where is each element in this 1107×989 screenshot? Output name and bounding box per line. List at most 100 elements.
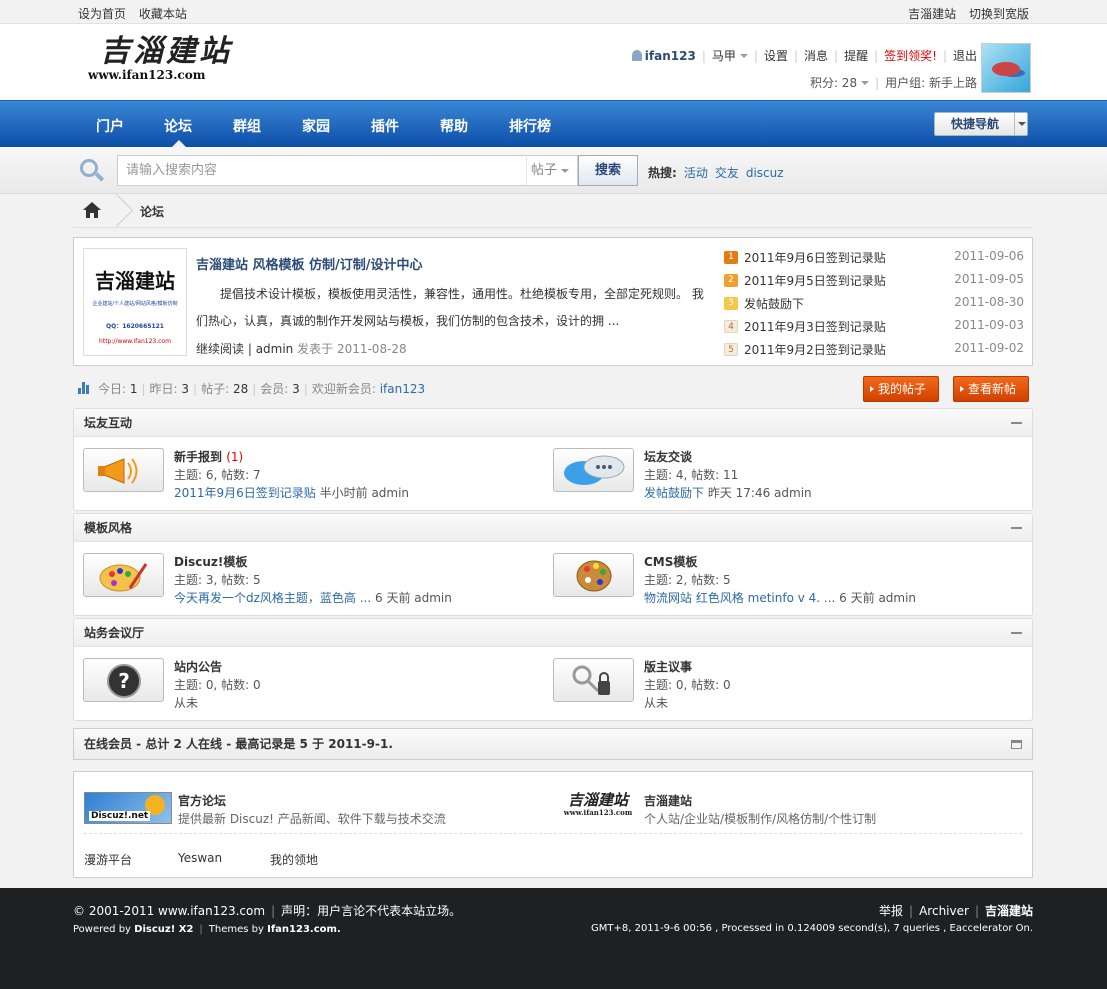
archiver-link[interactable]: Archiver <box>919 904 969 918</box>
list-item[interactable]: 2 2011年9月5日签到记录贴 2011-09-05 <box>724 271 1024 294</box>
friend-links: Discuz!.net 官方论坛 提供最新 Discuz! 产品新闻、软件下载与… <box>73 771 1033 878</box>
forum-name[interactable]: 新手报到 (1) <box>174 448 243 465</box>
list-item-title[interactable]: 2011年9月6日签到记录贴 <box>744 249 886 266</box>
nav-ranking[interactable]: 排行榜 <box>509 116 551 136</box>
search-scope-select[interactable]: 帖子 <box>526 155 578 186</box>
online-members-header[interactable]: 在线会员 - 总计 2 人在线 - 最高记录是 5 于 2011-9-1. <box>73 728 1033 760</box>
nav-forum[interactable]: 论坛 <box>164 116 192 136</box>
featured-title[interactable]: 吉淄建站 风格模板 仿制/订制/设计中心 <box>196 254 423 273</box>
keys-icon[interactable] <box>553 658 634 702</box>
forum-last-post: 物流网站 红色风格 metinfo v 4. ... 6 天前 admin <box>644 589 916 606</box>
settings-link[interactable]: 设置 <box>764 49 788 63</box>
username-link[interactable]: ifan123 <box>645 49 696 63</box>
horse-menu[interactable]: 马甲 <box>712 49 736 63</box>
chevron-down-icon[interactable] <box>1014 113 1027 135</box>
question-icon[interactable]: ? <box>83 658 164 702</box>
forum-name[interactable]: Discuz!模板 <box>174 553 247 570</box>
copyright-link[interactable]: © 2001-2011 www.ifan123.com <box>73 904 265 918</box>
stat-members-value: 3 <box>292 382 300 396</box>
nav-portal[interactable]: 门户 <box>96 116 124 136</box>
friend-link[interactable]: 吉淄建站 www.ifan123.com 吉淄建站 个人站/企业站/模板制作/风格… <box>560 790 1020 830</box>
list-item[interactable]: 4 2011年9月3日签到记录贴 2011-09-03 <box>724 317 1024 340</box>
site-name-link[interactable]: 吉淄建站 <box>908 7 956 21</box>
palette-icon[interactable] <box>553 553 634 597</box>
chevron-down-icon[interactable] <box>861 81 870 85</box>
featured-image[interactable]: 吉淄建站 企业建站/个人建站/网站风格/模板仿制 QQ：1620665121 h… <box>83 248 187 356</box>
ifan-logo[interactable]: 吉淄建站 www.ifan123.com <box>560 792 636 824</box>
nav-groups[interactable]: 群组 <box>233 116 261 136</box>
switch-width-link[interactable]: 切换到宽版 <box>969 7 1029 21</box>
nav-help[interactable]: 帮助 <box>440 116 468 136</box>
new-posts-button[interactable]: 查看新帖 <box>953 376 1029 402</box>
collapse-icon[interactable] <box>1011 632 1022 634</box>
forum-counts: 主题: 0, 帖数: 0 <box>644 678 731 692</box>
last-post-link[interactable]: 2011年9月6日签到记录贴 <box>174 486 316 500</box>
group-header[interactable]: 模板风格 <box>74 514 1032 542</box>
points-link[interactable]: 积分: 28 <box>810 76 857 90</box>
friend-link-name[interactable]: 官方论坛 <box>178 792 226 809</box>
megaphone-icon[interactable] <box>83 448 164 492</box>
forum-name[interactable]: 版主议事 <box>644 658 692 675</box>
footer-links: 举报 | Archiver | 吉淄建站 <box>879 904 1033 918</box>
group-header[interactable]: 站务会议厅 <box>74 619 1032 647</box>
search-button[interactable]: 搜索 <box>578 155 638 186</box>
text-link[interactable]: 漫游平台 <box>84 851 132 868</box>
collapse-icon[interactable] <box>1011 422 1022 424</box>
text-link[interactable]: 我的领地 <box>270 851 318 868</box>
read-more-link[interactable]: 继续阅读 <box>196 342 244 356</box>
chevron-down-icon[interactable] <box>739 54 748 58</box>
avatar[interactable] <box>981 43 1031 93</box>
usergroup-link[interactable]: 用户组: 新手上路 <box>885 76 977 90</box>
featured-author[interactable]: admin <box>256 342 294 356</box>
list-item[interactable]: 3 发帖鼓励下 2011-08-30 <box>724 294 1024 317</box>
forum-name[interactable]: CMS模板 <box>644 553 697 570</box>
messages-link[interactable]: 消息 <box>804 49 828 63</box>
nav-home[interactable]: 家园 <box>302 116 330 136</box>
forum-last-post: 发帖鼓励下 昨天 17:46 admin <box>644 484 812 501</box>
forum-name[interactable]: 坛友交谈 <box>644 448 692 465</box>
set-homepage-link[interactable]: 设为首页 <box>78 7 126 21</box>
collapse-icon[interactable] <box>1011 527 1022 529</box>
my-posts-button[interactable]: 我的帖子 <box>863 376 939 402</box>
site-logo[interactable]: 吉淄建站 www.ifan123.com <box>88 36 240 92</box>
last-post-link[interactable]: 发帖鼓励下 <box>644 486 704 500</box>
discuz-logo[interactable]: Discuz!.net <box>84 792 172 824</box>
friend-link[interactable]: Discuz!.net 官方论坛 提供最新 Discuz! 产品新闻、软件下载与… <box>84 790 544 830</box>
hot-link[interactable]: discuz <box>746 166 784 180</box>
bookmark-link[interactable]: 收藏本站 <box>139 7 187 21</box>
forum-counts: 主题: 2, 帖数: 5 <box>644 573 731 587</box>
palette-icon[interactable] <box>83 553 164 597</box>
site-link[interactable]: 吉淄建站 <box>985 904 1033 918</box>
friend-link-name[interactable]: 吉淄建站 <box>644 792 692 809</box>
bar-chart-icon <box>78 382 92 394</box>
text-link[interactable]: Yeswan <box>178 851 222 865</box>
list-item-title[interactable]: 2011年9月3日签到记录贴 <box>744 318 886 335</box>
list-item-title[interactable]: 2011年9月2日签到记录贴 <box>744 341 886 358</box>
list-item-title[interactable]: 2011年9月5日签到记录贴 <box>744 272 886 289</box>
discuz-link[interactable]: Discuz! X2 <box>134 924 193 935</box>
list-item-title[interactable]: 发帖鼓励下 <box>744 295 804 312</box>
list-item[interactable]: 5 2011年9月2日签到记录贴 2011-09-02 <box>724 340 1024 363</box>
home-icon[interactable] <box>83 202 101 218</box>
expand-icon[interactable] <box>1011 740 1022 749</box>
last-post-link[interactable]: 物流网站 红色风格 metinfo v 4. ... <box>644 591 835 605</box>
header: 吉淄建站 www.ifan123.com ifan123 | 马甲 | 设置 | 消息 | 提醒… <box>0 24 1107 100</box>
reminders-link[interactable]: 提醒 <box>844 49 868 63</box>
logout-link[interactable]: 退出 <box>953 49 977 63</box>
forum-item: Discuz!模板 主题: 3, 帖数: 5 今天再发一个dz风格主题，蓝色高 … <box>83 553 553 605</box>
hot-link[interactable]: 活动 <box>684 166 708 180</box>
nav-plugins[interactable]: 插件 <box>371 116 399 136</box>
new-member-link[interactable]: ifan123 <box>380 382 425 396</box>
last-post-link[interactable]: 今天再发一个dz风格主题，蓝色高 ... <box>174 591 371 605</box>
list-item-date: 2011-09-03 <box>954 318 1024 332</box>
hot-link[interactable]: 交友 <box>715 166 739 180</box>
themes-link[interactable]: Ifan123.com. <box>267 924 341 935</box>
list-item[interactable]: 1 2011年9月6日签到记录贴 2011-09-06 <box>724 248 1024 271</box>
search-input[interactable]: 请输入搜索内容 <box>117 155 526 186</box>
group-header[interactable]: 坛友互动 <box>74 409 1032 437</box>
forum-name[interactable]: 站内公告 <box>174 658 222 675</box>
quick-nav-button[interactable]: 快捷导航 <box>934 112 1028 136</box>
report-link[interactable]: 举报 <box>879 904 903 918</box>
chat-bubbles-icon[interactable] <box>553 448 634 492</box>
signin-link[interactable]: 签到领奖! <box>884 49 937 63</box>
